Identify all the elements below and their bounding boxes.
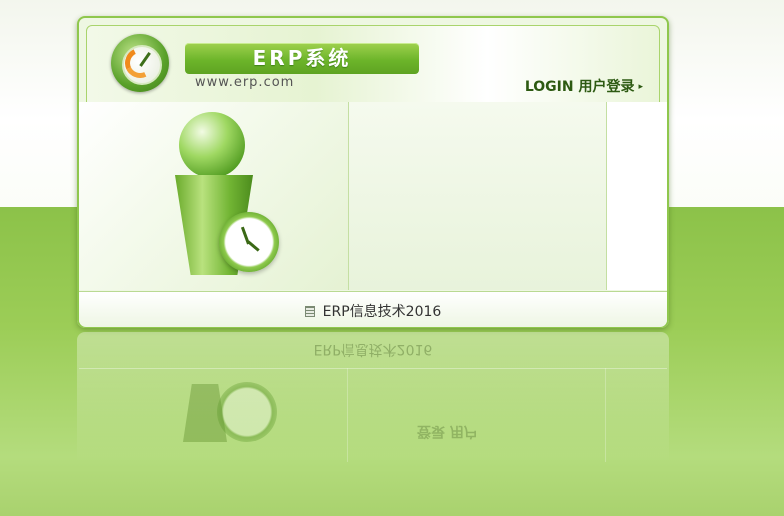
login-link[interactable]: LOGIN 用户登录 ▸: [525, 76, 643, 96]
green-sphere-icon: [179, 112, 245, 178]
reflection-login-text: 登录 用户: [417, 423, 478, 439]
arrow-right-icon: ▸: [638, 82, 643, 92]
copyright-text: ERP信息技术2016: [322, 304, 442, 320]
panel-header: ERP系统 www.erp.com LOGIN 用户登录 ▸: [86, 25, 660, 113]
panel-footer: ERP信息技术2016: [79, 291, 667, 327]
right-spacer: [607, 102, 667, 290]
copyright-text-row: ERP信息技术2016: [79, 301, 667, 321]
reflection-divider: [79, 368, 667, 369]
clock-minute-hand: [247, 240, 260, 252]
reflection-text: ERP信息技术2016: [313, 341, 433, 357]
app-title: ERP系统: [185, 43, 419, 74]
illustration-cell: [79, 102, 349, 290]
panel-reflection: ERP信息技术2016 登录 用户: [77, 332, 669, 462]
document-icon: [304, 306, 315, 317]
clock-logo-icon: [111, 34, 169, 92]
reflection-column-line: [605, 368, 606, 462]
reflection-column-line: [347, 368, 348, 462]
login-label: LOGIN 用户登录: [524, 79, 635, 95]
login-form-area: [349, 102, 607, 290]
content-area: [79, 102, 667, 290]
clock-icon: [219, 212, 279, 272]
login-panel: ERP系统 www.erp.com LOGIN 用户登录 ▸ ERP信息技术201…: [77, 16, 669, 328]
reflection-clock-icon: [217, 382, 277, 442]
site-url: www.erp.com: [195, 75, 295, 90]
